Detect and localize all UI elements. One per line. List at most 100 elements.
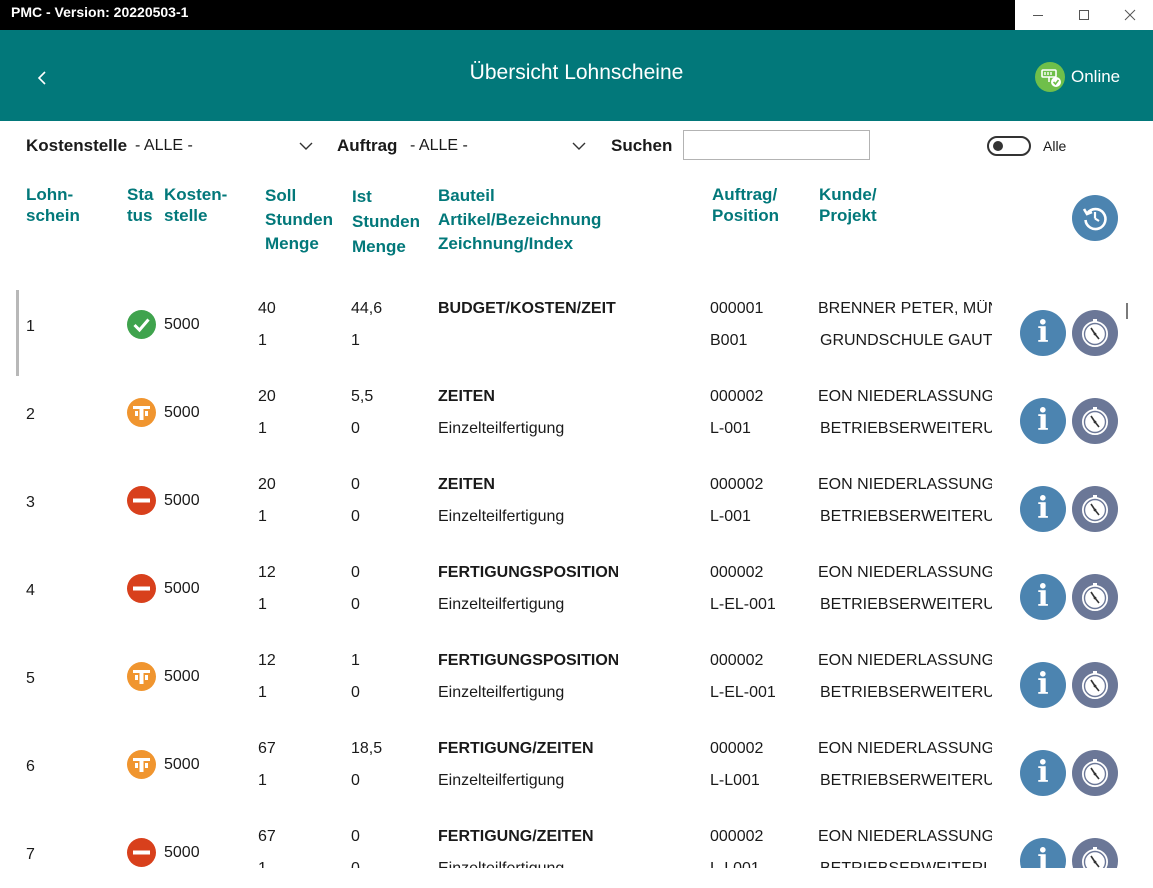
table-row[interactable]: 3 5000 20 1 0 0 ZEITEN Einzelteilfertigu… <box>0 456 1153 544</box>
ist-stunden: 0 <box>351 828 360 845</box>
col-header-line: Menge <box>265 234 319 253</box>
timer-button[interactable] <box>1072 486 1118 532</box>
timer-button[interactable] <box>1072 310 1118 356</box>
auftrag-nr: 000001 <box>710 300 764 317</box>
col-header-kunde[interactable]: Kunde/ Projekt <box>819 184 877 226</box>
timer-button[interactable] <box>1072 662 1118 708</box>
timer-button[interactable] <box>1072 574 1118 620</box>
auftrag-position: B001 <box>710 332 748 349</box>
maximize-icon <box>1079 10 1089 20</box>
info-icon: i <box>1037 579 1049 614</box>
bauteil: BUDGET/KOSTEN/ZEIT <box>438 300 616 317</box>
info-button[interactable]: i <box>1020 574 1066 620</box>
bauteil: FERTIGUNGSPOSITION <box>438 564 618 581</box>
timer-button[interactable] <box>1072 398 1118 444</box>
ist-stunden: 18,5 <box>351 740 383 757</box>
col-header-bauteil[interactable]: Bauteil Artikel/Bezeichnung Zeichnung/In… <box>438 184 601 256</box>
table-row[interactable]: 1 5000 40 1 44,6 1 BUDGET/KOSTEN/ZEIT 00… <box>0 280 1153 376</box>
auftrag-position: L-EL-001 <box>710 596 776 613</box>
info-button[interactable]: i <box>1020 838 1066 868</box>
lohnschein-nr: 5 <box>26 670 35 687</box>
artikel-bezeichnung: Einzelteilfertigung <box>438 860 638 868</box>
bauteil: FERTIGUNGSPOSITION <box>438 652 618 669</box>
col-header-line: Kunde/ <box>819 185 877 204</box>
timer-button[interactable] <box>1072 750 1118 796</box>
ist-stunden: 0 <box>351 564 360 581</box>
kunde: EON NIEDERLASSUNG, <box>818 828 992 845</box>
col-header-auftrag[interactable]: Auftrag/ Position <box>712 184 779 226</box>
table-row[interactable]: 5 5000 12 1 1 0 FERTIGUNGSPOSITION Einze… <box>0 632 1153 720</box>
status-stop-icon <box>127 838 156 867</box>
projekt: BETRIEBSERWEITERUNG <box>820 772 992 789</box>
page-title: Übersicht Lohnscheine <box>469 61 684 84</box>
soll-menge: 1 <box>258 772 267 789</box>
auftrag-select[interactable]: - ALLE - <box>410 137 468 155</box>
info-button[interactable]: i <box>1020 662 1066 708</box>
kostenstelle-select[interactable]: - ALLE - <box>135 137 193 155</box>
status-paused-icon <box>127 398 156 427</box>
online-status-icon <box>1035 62 1065 92</box>
info-icon: i <box>1037 755 1049 790</box>
maximize-button[interactable] <box>1061 0 1107 30</box>
auftrag-label: Auftrag <box>337 136 398 155</box>
ist-stunden: 0 <box>351 476 360 493</box>
col-header-status[interactable]: Sta tus <box>127 184 153 226</box>
bauteil: ZEITEN <box>438 388 495 405</box>
scrollbar-thumb[interactable] <box>1126 303 1128 319</box>
minimize-button[interactable] <box>1015 0 1061 30</box>
table-row[interactable]: 2 5000 20 1 5,5 0 ZEITEN Einzelteilferti… <box>0 368 1153 456</box>
lohnschein-list[interactable]: 1 5000 40 1 44,6 1 BUDGET/KOSTEN/ZEIT 00… <box>0 280 1153 868</box>
kunde: EON NIEDERLASSUNG, <box>818 652 992 669</box>
kostenstelle-value: 5000 <box>164 844 200 861</box>
lohnschein-nr: 7 <box>26 846 35 863</box>
auftrag-nr: 000002 <box>710 828 764 845</box>
soll-stunden: 20 <box>258 476 276 493</box>
stopwatch-icon <box>1082 495 1108 523</box>
col-header-kostenstelle[interactable]: Kosten- stelle <box>164 184 227 226</box>
table-row[interactable]: 7 5000 67 1 0 0 FERTIGUNG/ZEITEN Einzelt… <box>0 808 1153 868</box>
col-header-line: Artikel/Bezeichnung <box>438 210 602 229</box>
close-button[interactable] <box>1107 0 1153 30</box>
lohnschein-nr: 1 <box>26 318 35 335</box>
chevron-down-icon[interactable] <box>298 139 314 153</box>
info-button[interactable]: i <box>1020 398 1066 444</box>
projekt: BETRIEBSERWEITERUNG <box>820 420 992 437</box>
selection-indicator <box>16 290 19 376</box>
auftrag-position: L-001 <box>710 508 751 525</box>
bauteil: FERTIGUNG/ZEITEN <box>438 828 594 845</box>
kunde: EON NIEDERLASSUNG, <box>818 740 992 757</box>
ist-menge: 0 <box>351 420 360 437</box>
table-row[interactable]: 6 5000 67 1 18,5 0 FERTIGUNG/ZEITEN Einz… <box>0 720 1153 808</box>
toggle-knob <box>993 141 1003 151</box>
search-input[interactable] <box>683 130 870 160</box>
timer-button[interactable] <box>1072 838 1118 868</box>
col-header-line: Projekt <box>819 206 877 225</box>
auftrag-nr: 000002 <box>710 388 764 405</box>
artikel-bezeichnung: Einzelteilfertigung <box>438 772 565 789</box>
auftrag-nr: 000002 <box>710 476 764 493</box>
auftrag-nr: 000002 <box>710 564 764 581</box>
col-header-line: Ist <box>352 187 372 206</box>
info-button[interactable]: i <box>1020 750 1066 796</box>
refresh-button[interactable] <box>1072 195 1118 241</box>
online-status: Online <box>1035 61 1120 93</box>
table-row[interactable]: 4 5000 12 1 0 0 FERTIGUNGSPOSITION Einze… <box>0 544 1153 632</box>
col-header-line: Stunden <box>265 210 333 229</box>
kunde: EON NIEDERLASSUNG, <box>818 476 992 493</box>
alle-toggle[interactable] <box>987 136 1031 156</box>
col-header-ist[interactable]: Ist Stunden Menge <box>352 184 420 259</box>
lohnschein-nr: 6 <box>26 758 35 775</box>
col-header-line: Stunden <box>352 212 420 231</box>
info-button[interactable]: i <box>1020 310 1066 356</box>
ist-menge: 0 <box>351 508 360 525</box>
col-header-lohnschein[interactable]: Lohn- schein <box>26 184 80 226</box>
auftrag-position: L-EL-001 <box>710 684 776 701</box>
minimize-icon <box>1033 15 1043 16</box>
col-header-line: Lohn- <box>26 185 74 204</box>
col-header-soll[interactable]: Soll Stunden Menge <box>265 184 333 256</box>
info-button[interactable]: i <box>1020 486 1066 532</box>
chevron-down-icon[interactable] <box>571 139 587 153</box>
stopwatch-icon <box>1082 671 1108 699</box>
soll-menge: 1 <box>258 508 267 525</box>
col-header-line: stelle <box>164 206 208 225</box>
